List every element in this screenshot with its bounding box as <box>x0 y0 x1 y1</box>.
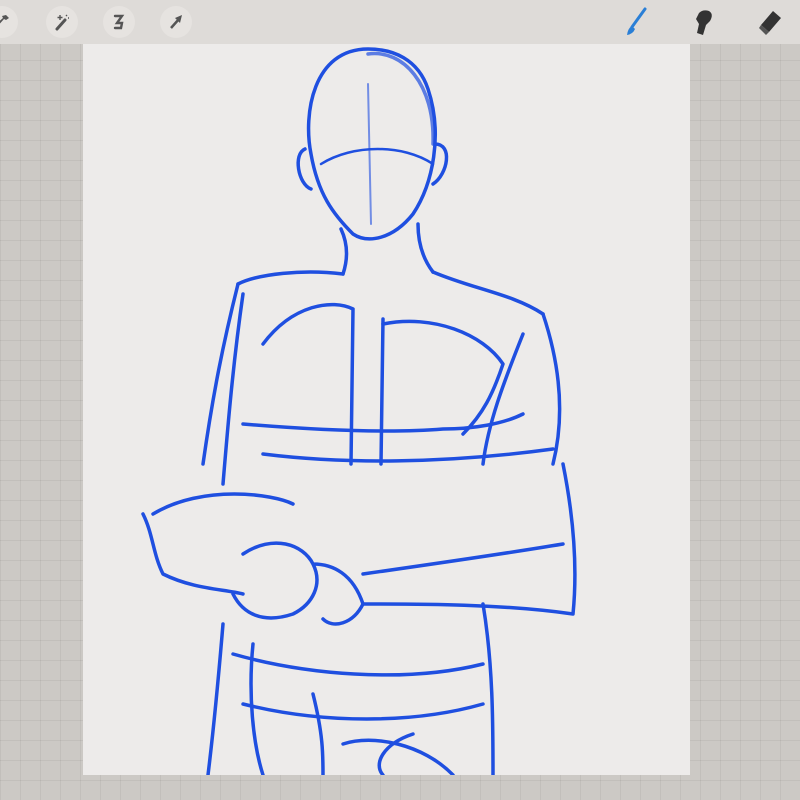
arrow-cursor-icon <box>170 15 182 29</box>
top-toolbar <box>0 0 800 44</box>
smudge-tool-button[interactable] <box>688 6 720 38</box>
chest-right <box>381 319 505 436</box>
eraser-tool-button[interactable] <box>754 6 786 38</box>
face-line <box>319 147 435 166</box>
selection-button[interactable] <box>103 6 135 38</box>
eraser-icon <box>759 11 781 35</box>
head-stroke <box>366 51 435 146</box>
chest <box>261 302 385 466</box>
hips <box>206 602 495 775</box>
smudge-finger-icon <box>696 10 712 36</box>
drawing-canvas[interactable] <box>83 44 690 775</box>
actions-button[interactable] <box>0 6 18 38</box>
wrench-icon <box>0 15 9 24</box>
figure-sketch <box>141 47 577 775</box>
forearm-right <box>361 462 577 616</box>
legs <box>311 692 455 775</box>
torso-left <box>201 282 245 486</box>
paint-tool-button[interactable] <box>620 6 652 38</box>
ear <box>296 147 313 191</box>
adjustments-button[interactable] <box>46 6 78 38</box>
neck <box>339 222 435 276</box>
brush-icon <box>627 7 647 35</box>
transform-button[interactable] <box>160 6 192 38</box>
shoulders <box>236 270 545 316</box>
magic-wand-icon <box>55 14 69 31</box>
canvas-background <box>0 775 800 800</box>
hands <box>231 541 365 626</box>
selection-s-icon <box>113 14 125 30</box>
face-line <box>367 83 372 225</box>
waist <box>261 447 555 463</box>
